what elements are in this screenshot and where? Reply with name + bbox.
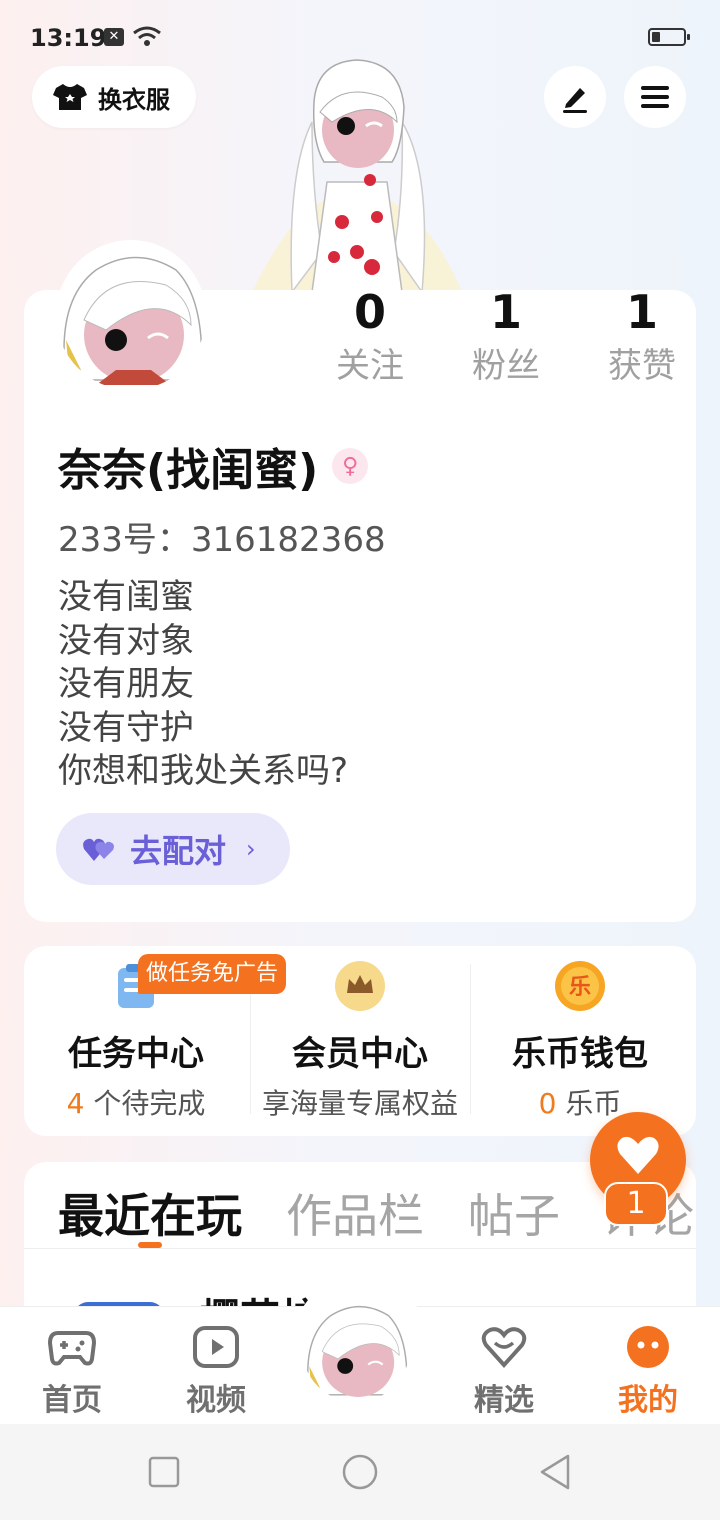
- heart-badge-icon: [481, 1327, 527, 1368]
- change-outfit-button[interactable]: 换衣服: [32, 66, 196, 128]
- heart-icon: [617, 1136, 659, 1174]
- female-gender-icon: ♀: [332, 448, 369, 484]
- coin-glyph: 乐: [569, 975, 591, 1000]
- avatar: [302, 1294, 410, 1402]
- menu-button[interactable]: [624, 66, 686, 128]
- nav-video[interactable]: 视频: [144, 1307, 288, 1425]
- bio-line: 没有朋友: [58, 664, 194, 704]
- task-center-sub: 4 个待完成: [24, 1082, 248, 1122]
- avatar[interactable]: [56, 240, 206, 390]
- coin-wallet[interactable]: 乐 乐币钱包 0 乐币: [468, 946, 692, 1136]
- pending-count: 4: [66, 1087, 85, 1120]
- recent-apps-icon[interactable]: [144, 1452, 184, 1492]
- avatar-image: [307, 1305, 408, 1397]
- followers-count: 1: [489, 285, 522, 339]
- nav-featured[interactable]: 精选: [432, 1307, 576, 1425]
- followers-label: 粉丝: [472, 346, 540, 386]
- character-figure: [252, 59, 462, 292]
- nav-video-label: 视频: [186, 1383, 246, 1418]
- coin-icon: 乐: [555, 961, 605, 1011]
- play-icon: [193, 1326, 239, 1368]
- task-center-title: 任务中心: [68, 1034, 204, 1074]
- match-button[interactable]: 去配对 ›: [56, 813, 290, 885]
- features-card: 任务中心 4 个待完成 会员中心 享海量专属权益 乐 乐币钱包 0 乐币: [24, 946, 696, 1136]
- floating-count-badge: 1: [604, 1182, 668, 1226]
- edit-button[interactable]: [544, 66, 606, 128]
- user-bio: 没有闺蜜 没有对象 没有朋友 没有守护 你想和我处关系吗?: [58, 576, 348, 794]
- nav-home[interactable]: 首页: [0, 1307, 144, 1425]
- gamepad-icon: [48, 1331, 96, 1366]
- back-icon[interactable]: [536, 1452, 576, 1492]
- hamburger-menu-icon: [641, 86, 669, 108]
- double-heart-icon: [83, 838, 114, 861]
- following-label: 关注: [336, 346, 404, 386]
- tab-recent-play[interactable]: 最近在玩: [58, 1180, 242, 1246]
- smile-face-icon: [627, 1326, 669, 1368]
- bio-line: 你想和我处关系吗?: [58, 751, 349, 791]
- wifi-icon: [133, 26, 161, 46]
- coin-count: 0: [538, 1087, 557, 1120]
- task-center-sub-text: 个待完成: [84, 1087, 206, 1120]
- following-count: 0: [353, 285, 386, 339]
- likes-label: 获赞: [608, 346, 676, 386]
- divider: [24, 1248, 696, 1249]
- task-ad-badge: 做任务免广告: [138, 954, 287, 994]
- home-icon[interactable]: [340, 1452, 380, 1492]
- shirt-icon: [53, 84, 87, 110]
- bio-line: 没有闺蜜: [58, 577, 194, 617]
- tab-works[interactable]: 作品栏: [286, 1180, 424, 1246]
- battery-icon: [648, 28, 690, 46]
- pencil-icon: [563, 88, 587, 113]
- bio-line: 没有对象: [58, 620, 194, 661]
- change-outfit-label: 换衣服: [98, 85, 170, 114]
- nav-home-label: 首页: [42, 1383, 102, 1418]
- stats-row: 0 关注 1 粉丝 1 获赞: [310, 285, 696, 400]
- following-stat[interactable]: 0 关注: [310, 282, 430, 388]
- tab-posts[interactable]: 帖子: [468, 1180, 560, 1246]
- likes-count: 1: [625, 285, 658, 339]
- crown-icon: [335, 961, 385, 1011]
- nav-me-label: 我的: [618, 1383, 678, 1418]
- nav-me[interactable]: 我的: [576, 1307, 720, 1425]
- avatar-image: [63, 256, 203, 385]
- user-id: 233号：316182368: [58, 520, 386, 560]
- username-row: 奈奈(找闺蜜) ♀: [58, 434, 369, 498]
- chevron-right-icon: ›: [246, 835, 256, 863]
- bio-line: 没有守护: [58, 707, 194, 748]
- nav-featured-label: 精选: [474, 1383, 534, 1418]
- nav-avatar-center[interactable]: [292, 1276, 428, 1412]
- system-nav-bar: [0, 1424, 720, 1520]
- notification-icon: ✕: [104, 28, 124, 46]
- status-time: 13:19: [30, 24, 107, 52]
- vip-center-title: 会员中心: [292, 1034, 428, 1074]
- followers-stat[interactable]: 1 粉丝: [446, 282, 566, 388]
- likes-stat[interactable]: 1 获赞: [582, 282, 702, 388]
- username: 奈奈(找闺蜜): [58, 445, 319, 496]
- vip-center-sub: 享海量专属权益: [248, 1082, 472, 1122]
- vip-center-sub-text: 享海量专属权益: [261, 1087, 458, 1120]
- match-label: 去配对: [130, 832, 227, 870]
- coin-wallet-title: 乐币钱包: [512, 1034, 648, 1074]
